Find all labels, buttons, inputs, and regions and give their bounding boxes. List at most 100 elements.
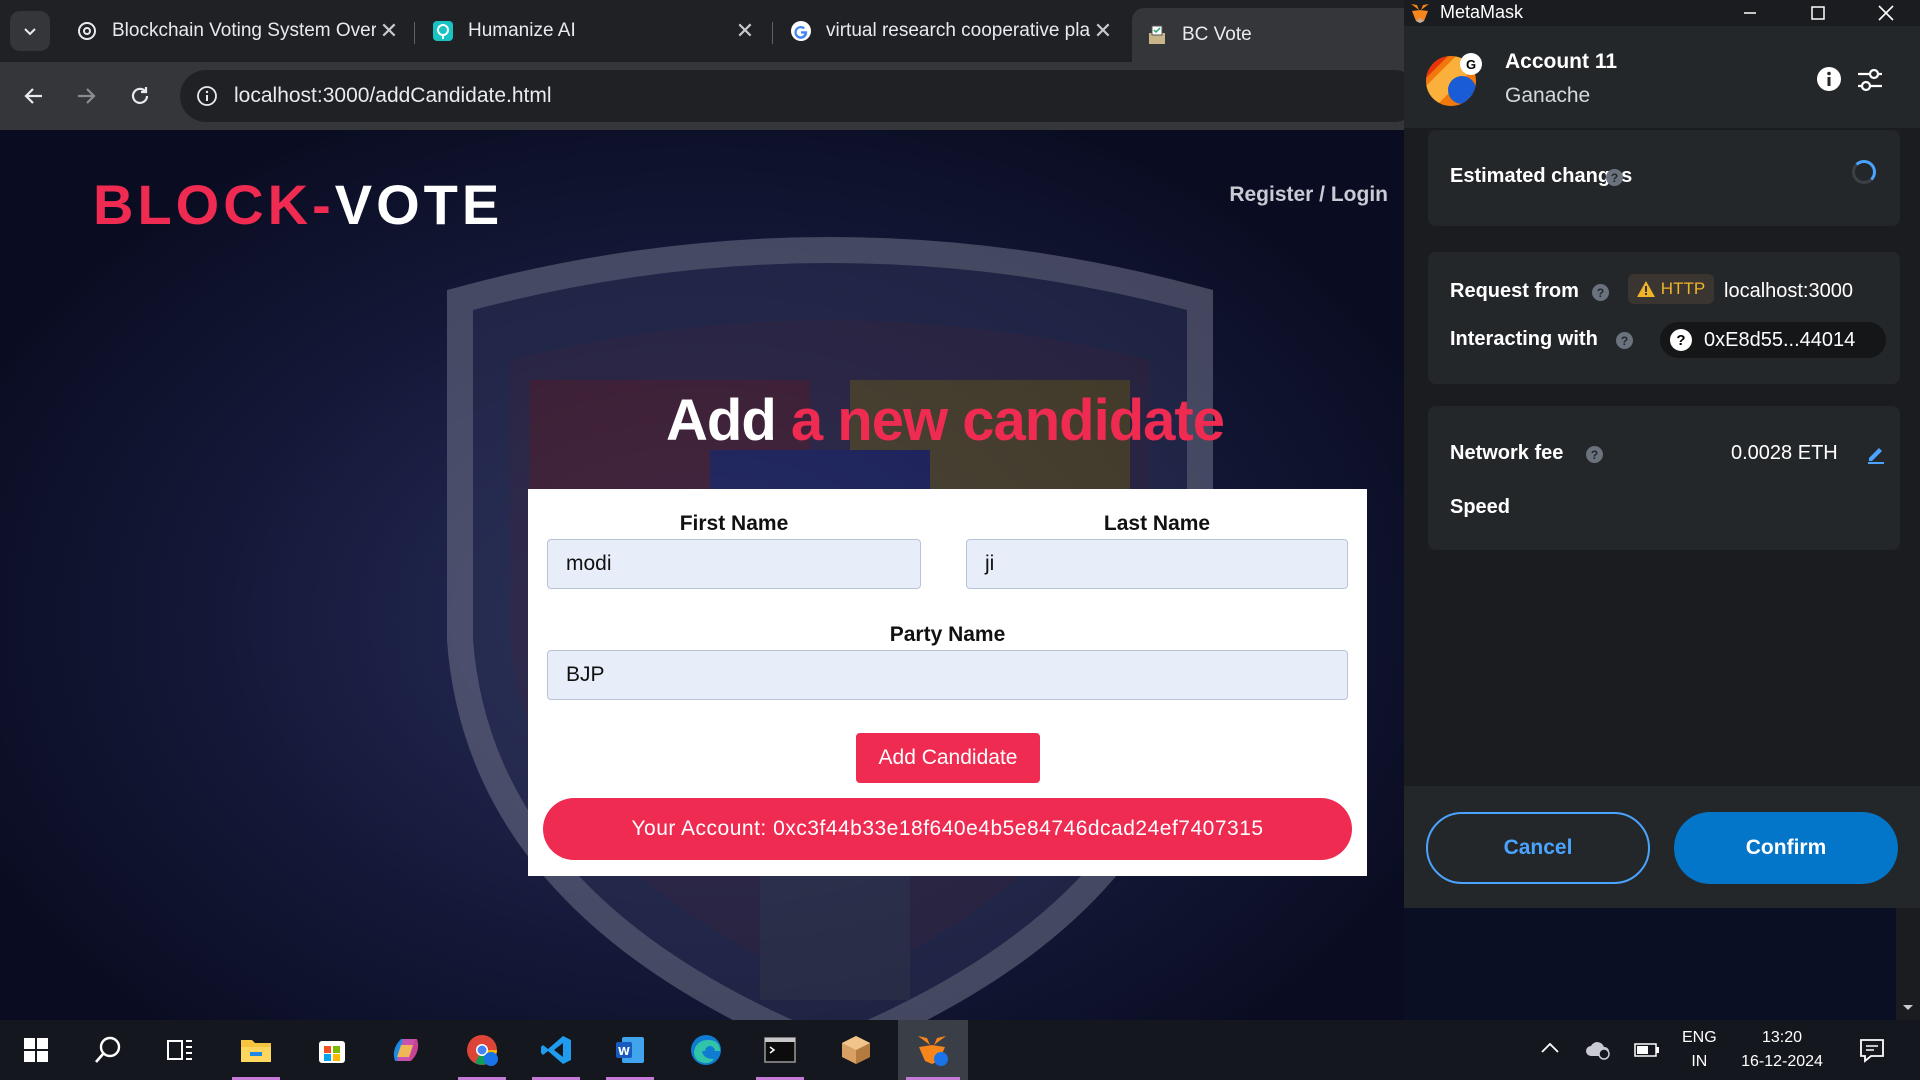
tab-title: Blockchain Voting System Overv xyxy=(112,20,376,41)
system-clock[interactable]: 13:20 16-12-2024 xyxy=(1732,1026,1832,1074)
arrow-right-icon xyxy=(75,85,97,107)
metamask-window-title: MetaMask xyxy=(1440,2,1524,22)
help-icon[interactable]: ? xyxy=(1592,284,1609,301)
tab-google-search[interactable]: virtual research cooperative pla ✕ xyxy=(776,10,1126,52)
cancel-button[interactable]: Cancel xyxy=(1426,812,1650,884)
edit-gas-icon[interactable] xyxy=(1866,443,1886,465)
taskbar-word[interactable]: W xyxy=(598,1020,662,1080)
taskbar-vscode[interactable] xyxy=(524,1020,588,1080)
edge-icon xyxy=(690,1034,722,1066)
taskbar-metamask[interactable] xyxy=(898,1020,968,1080)
region-code: IN xyxy=(1691,1053,1708,1070)
url-text[interactable]: localhost:3000/addCandidate.html xyxy=(234,84,552,108)
request-origin: localhost:3000 xyxy=(1724,280,1853,302)
svg-text:W: W xyxy=(618,1045,630,1058)
forward-button[interactable] xyxy=(66,76,106,116)
metamask-footer: Cancel Confirm xyxy=(1404,786,1920,908)
register-login-link[interactable]: Register / Login xyxy=(1229,183,1388,207)
last-name-input[interactable]: ji xyxy=(966,539,1348,589)
taskbar-microsoft-store[interactable] xyxy=(300,1020,364,1080)
minimize-icon xyxy=(1743,6,1757,20)
site-logo[interactable]: BLOCK-VOTE xyxy=(93,172,503,237)
tab-title: Humanize AI xyxy=(468,20,576,41)
account-name[interactable]: Account 11 xyxy=(1505,50,1617,74)
maximize-button[interactable] xyxy=(1794,0,1842,26)
taskbar-file-explorer[interactable] xyxy=(224,1020,288,1080)
back-button[interactable] xyxy=(14,76,54,116)
metamask-titlebar: MetaMask xyxy=(1404,0,1920,26)
task-view-button[interactable] xyxy=(148,1020,212,1080)
taskbar-terminal[interactable] xyxy=(748,1020,812,1080)
page-title: Add a new candidate xyxy=(0,387,1404,454)
first-name-input[interactable]: modi xyxy=(547,539,921,589)
tab-separator xyxy=(772,22,773,44)
title-word-add: Add xyxy=(666,388,777,453)
network-fee-label: Network fee xyxy=(1450,442,1564,464)
confirm-button[interactable]: Confirm xyxy=(1674,812,1898,884)
help-icon[interactable]: ? xyxy=(1586,446,1603,463)
ballot-icon xyxy=(1146,24,1168,46)
network-fee-value: 0.0028 ETH xyxy=(1731,442,1838,464)
logo-text-vote: VOTE xyxy=(334,173,504,236)
terminal-icon xyxy=(764,1037,796,1063)
taskbar-search-button[interactable] xyxy=(76,1020,140,1080)
advanced-settings-icon[interactable] xyxy=(1856,66,1884,94)
party-name-input[interactable]: BJP xyxy=(547,650,1348,700)
tab-separator xyxy=(414,22,415,44)
page-scrollbar[interactable] xyxy=(1896,908,1920,1020)
notifications-icon[interactable] xyxy=(1858,1036,1886,1064)
close-window-button[interactable] xyxy=(1862,0,1910,26)
title-highlight: a new candidate xyxy=(790,388,1225,453)
page-content: BLOCK-VOTE Register / Login Add a new ca… xyxy=(0,130,1404,1020)
close-tab-icon[interactable]: ✕ xyxy=(376,18,402,44)
info-icon[interactable] xyxy=(1816,66,1842,92)
close-tab-icon[interactable]: ✕ xyxy=(732,18,758,44)
help-icon[interactable]: ? xyxy=(1606,169,1623,186)
tab-search-button[interactable] xyxy=(10,11,50,51)
taskbar-edge[interactable] xyxy=(674,1020,738,1080)
contract-address-pill[interactable]: ? 0xE8d55...44014 xyxy=(1660,322,1886,358)
task-view-icon xyxy=(166,1037,194,1063)
close-tab-icon[interactable]: ✕ xyxy=(1090,18,1116,44)
input-language-indicator[interactable]: ENG IN xyxy=(1682,1026,1717,1074)
chrome-icon xyxy=(466,1034,498,1066)
reload-icon xyxy=(129,85,151,107)
minimize-button[interactable] xyxy=(1726,0,1774,26)
tab-bc-vote[interactable]: BC Vote xyxy=(1132,8,1422,62)
vscode-icon xyxy=(540,1034,572,1066)
start-button[interactable] xyxy=(4,1020,68,1080)
close-icon xyxy=(1878,5,1894,21)
battery-icon[interactable] xyxy=(1634,1042,1660,1058)
loading-spinner-icon xyxy=(1852,160,1876,184)
http-badge-text: HTTP xyxy=(1660,279,1706,298)
taskbar-copilot[interactable] xyxy=(374,1020,438,1080)
windows-taskbar: W ENG IN 13:20 16-12-2024 xyxy=(0,1020,1920,1080)
show-hidden-icons-chevron-icon[interactable] xyxy=(1540,1040,1560,1054)
address-bar[interactable]: localhost:3000/addCandidate.html xyxy=(180,70,1420,122)
metamask-fox-icon xyxy=(1409,2,1431,24)
maximize-icon xyxy=(1811,6,1825,20)
humanize-ai-icon xyxy=(432,20,454,42)
network-fee-card: Network fee ? 0.0028 ETH Speed xyxy=(1428,406,1900,550)
account-address-banner: Your Account: 0xc3f44b33e18f640e4b5e8474… xyxy=(543,798,1352,860)
network-badge: G xyxy=(1460,53,1482,75)
site-info-icon[interactable] xyxy=(192,81,222,111)
tab-humanize-ai[interactable]: Humanize AI ✕ xyxy=(418,10,768,52)
taskbar-package-app[interactable] xyxy=(824,1020,888,1080)
network-name: Ganache xyxy=(1505,84,1591,107)
package-icon xyxy=(840,1034,872,1066)
warning-icon xyxy=(1636,281,1655,297)
request-from-label: Request from xyxy=(1450,280,1579,302)
metamask-account-header: G Account 11 Ganache xyxy=(1404,26,1920,128)
contract-address: 0xE8d55...44014 xyxy=(1704,328,1856,351)
tab-blockchain-voting[interactable]: Blockchain Voting System Overv ✕ xyxy=(62,10,412,52)
taskbar-chrome[interactable] xyxy=(450,1020,514,1080)
onedrive-sync-icon[interactable] xyxy=(1585,1038,1611,1060)
scroll-down-icon[interactable] xyxy=(1902,1004,1914,1012)
add-candidate-button[interactable]: Add Candidate xyxy=(856,733,1040,783)
metamask-icon xyxy=(915,1033,951,1067)
clock-date: 16-12-2024 xyxy=(1741,1053,1823,1070)
help-icon[interactable]: ? xyxy=(1616,332,1633,349)
http-warning-badge: HTTP xyxy=(1628,274,1714,304)
reload-button[interactable] xyxy=(120,76,160,116)
